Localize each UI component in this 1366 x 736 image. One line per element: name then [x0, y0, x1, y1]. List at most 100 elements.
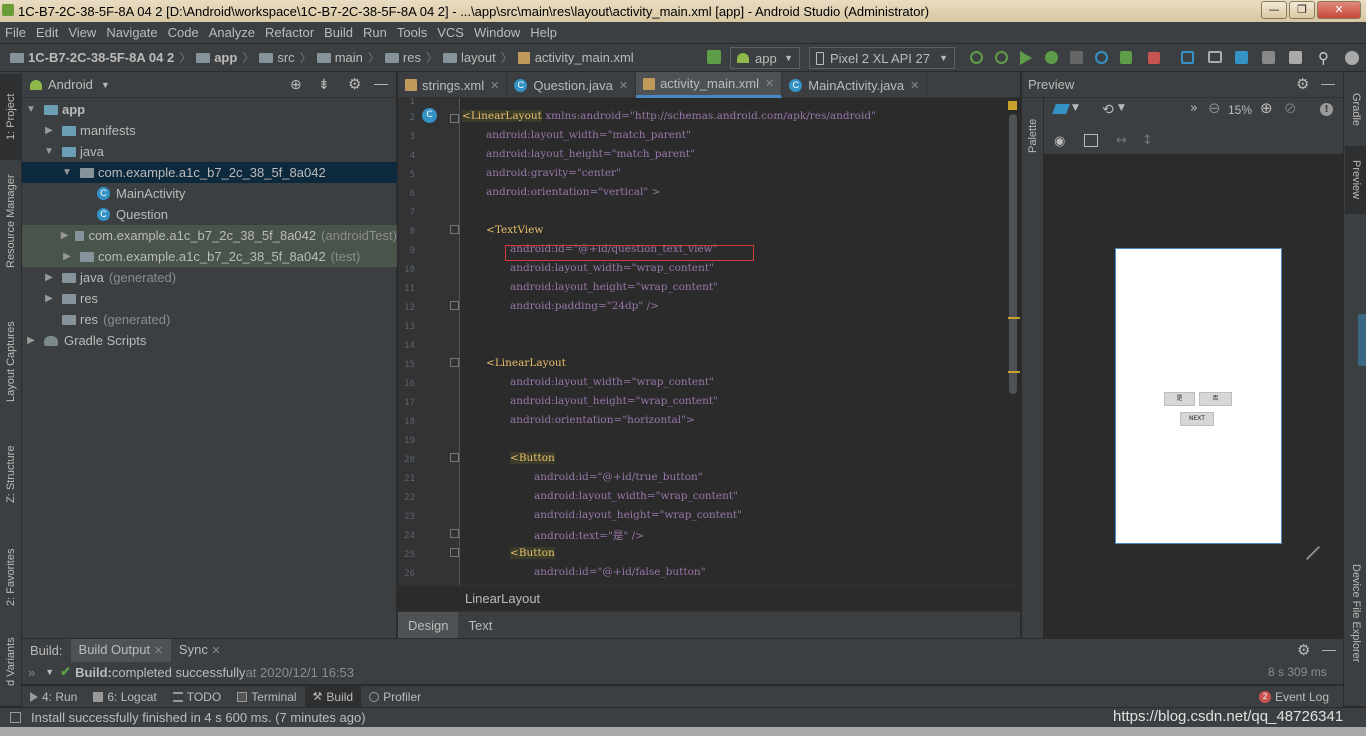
tab-run[interactable]: 4: Run	[22, 686, 85, 708]
tab-terminal[interactable]: Terminal	[229, 686, 304, 708]
close-icon[interactable]: ✕	[211, 645, 220, 657]
apply-code-changes-icon[interactable]	[995, 51, 1008, 64]
tab-layout-captures[interactable]: Layout Captures	[0, 308, 22, 416]
tree-item-java-generated[interactable]: ▶ java (generated)	[22, 267, 397, 288]
tab-activity-main-xml[interactable]: activity_main.xml ✕	[636, 72, 783, 98]
tab-design[interactable]: Design	[398, 612, 459, 638]
hide-icon[interactable]: —	[1322, 641, 1336, 657]
menu-edit[interactable]: Edit	[31, 22, 63, 44]
eye-icon[interactable]: ◉	[1054, 134, 1065, 149]
tab-sync[interactable]: Sync ✕	[171, 639, 229, 662]
resize-handle-icon[interactable]	[1305, 545, 1321, 561]
avd-manager-icon[interactable]	[1208, 51, 1222, 63]
search-icon[interactable]: ⚲	[1318, 49, 1329, 67]
crumb-app[interactable]: app	[214, 50, 237, 65]
preview-next-button[interactable]: NEXT	[1180, 412, 1214, 426]
tab-event-log[interactable]: 2 Event Log	[1251, 686, 1337, 708]
zoom-out-icon[interactable]: ⊖	[1208, 99, 1221, 117]
sdk-manager-icon[interactable]	[1235, 51, 1248, 64]
tab-strings-xml[interactable]: strings.xml ✕	[398, 72, 508, 98]
debug-icon[interactable]	[1045, 51, 1058, 64]
stop-icon[interactable]	[1148, 52, 1160, 64]
tree-item-gradle-scripts[interactable]: ▶ Gradle Scripts	[22, 330, 397, 351]
crumb-file[interactable]: activity_main.xml	[535, 50, 634, 65]
tab-build[interactable]: ⚒ Build	[304, 685, 362, 708]
editor-scrollbar[interactable]	[1006, 98, 1020, 585]
scroll-thumb[interactable]	[1009, 114, 1017, 394]
tree-item-java[interactable]: ▼ java	[22, 141, 397, 162]
warning-marker[interactable]	[1008, 317, 1020, 319]
collapse-all-icon[interactable]: ⇟	[318, 76, 330, 93]
tab-build-variants[interactable]: d Variants	[0, 632, 22, 692]
close-icon[interactable]: ✕	[154, 645, 163, 657]
zoom-fit-icon[interactable]: ⊘	[1284, 99, 1297, 117]
tree-item-mainactivity[interactable]: C MainActivity	[22, 183, 397, 204]
apply-changes-icon[interactable]	[970, 51, 983, 64]
hammer-icon[interactable]	[707, 50, 721, 64]
layout-inspector-icon[interactable]	[1289, 51, 1302, 64]
tab-build-output[interactable]: Build Output ✕	[70, 638, 171, 662]
device-dropdown[interactable]: Pixel 2 XL API 27 ▼	[809, 47, 955, 69]
device-preview[interactable]: 是 否 NEXT	[1115, 248, 1282, 544]
coverage-icon[interactable]	[1070, 51, 1083, 64]
menu-run[interactable]: Run	[358, 22, 392, 44]
chevron-down-icon[interactable]: ▼	[45, 667, 54, 677]
chevron-down-icon[interactable]: ▼	[1118, 103, 1125, 113]
tab-question-java[interactable]: C Question.java ✕	[507, 72, 637, 98]
project-view-dropdown[interactable]: Android	[48, 77, 93, 92]
menu-tools[interactable]: Tools	[392, 22, 432, 44]
vertical-resize-icon[interactable]: ↕	[1142, 133, 1153, 148]
build-status-row[interactable]: » ▼ ✔ Build: completed successfully at 2…	[22, 663, 354, 681]
tab-palette[interactable]: Palette	[1022, 104, 1044, 168]
crumb-layout[interactable]: layout	[461, 50, 496, 65]
zoom-in-icon[interactable]: ⊕	[1260, 99, 1273, 117]
chevron-down-icon[interactable]: ▼	[24, 104, 38, 115]
tree-item-res[interactable]: ▶ res	[22, 288, 397, 309]
editor-breadcrumb[interactable]: LinearLayout	[398, 585, 1020, 611]
maximize-button[interactable]: ❐	[1289, 1, 1315, 19]
fold-marker-icon[interactable]	[450, 225, 459, 234]
profile-icon[interactable]	[1095, 51, 1108, 64]
tab-project[interactable]: 1: Project	[0, 74, 22, 160]
minimap-handle[interactable]	[1358, 314, 1366, 366]
run-icon[interactable]	[1020, 51, 1032, 65]
tab-todo[interactable]: TODO	[165, 686, 229, 708]
tree-item-res-generated[interactable]: res (generated)	[22, 309, 397, 330]
class-gutter-icon[interactable]: C	[422, 108, 437, 123]
menu-help[interactable]: Help	[525, 22, 562, 44]
orientation-icon[interactable]: ⟲	[1102, 102, 1114, 118]
close-button[interactable]: ✕	[1317, 1, 1361, 19]
horizontal-resize-icon[interactable]: ↔	[1116, 133, 1127, 148]
close-icon[interactable]: ✕	[910, 79, 919, 92]
tab-structure[interactable]: Z: Structure	[0, 434, 22, 514]
tab-profiler[interactable]: Profiler	[361, 686, 429, 708]
chevron-right-icon[interactable]: ▶	[60, 230, 69, 241]
tree-item-package-androidtest[interactable]: ▶ com.example.a1c_b7_2c_38_5f_8a042 (and…	[22, 225, 397, 246]
preview-yes-button[interactable]: 是	[1164, 392, 1195, 406]
design-canvas[interactable]: 是 否 NEXT	[1044, 154, 1344, 638]
crumb-res[interactable]: res	[403, 50, 421, 65]
chevron-right-icon[interactable]: ▶	[24, 335, 38, 346]
attach-debugger-icon[interactable]	[1120, 51, 1132, 64]
status-panel-icon[interactable]	[10, 712, 21, 723]
blueprint-icon[interactable]	[1084, 134, 1098, 147]
tab-preview[interactable]: Preview	[1345, 146, 1366, 214]
menu-build[interactable]: Build	[319, 22, 358, 44]
chevron-right-icon[interactable]: ▶	[42, 125, 56, 136]
tree-item-package-test[interactable]: ▶ com.example.a1c_b7_2c_38_5f_8a042 (tes…	[22, 246, 397, 267]
menu-window[interactable]: Window	[469, 22, 525, 44]
fold-marker-icon[interactable]	[450, 358, 459, 367]
menu-vcs[interactable]: VCS	[432, 22, 469, 44]
tab-resource-manager[interactable]: Resource Manager	[0, 166, 22, 276]
menu-analyze[interactable]: Analyze	[204, 22, 260, 44]
gear-icon[interactable]: ⚙	[1297, 641, 1310, 659]
menu-refactor[interactable]: Refactor	[260, 22, 319, 44]
sync-gradle-icon[interactable]	[1181, 51, 1194, 64]
code-editor[interactable]: 1 2 3 4 5 6 7 8 9 10 11 12 13 14 15 16 1…	[398, 98, 1020, 585]
chevron-right-icon[interactable]: ▶	[60, 251, 74, 262]
tab-logcat[interactable]: 6: Logcat	[85, 686, 164, 708]
menu-view[interactable]: View	[63, 22, 101, 44]
tree-item-manifests[interactable]: ▶ manifests	[22, 120, 397, 141]
expand-icon[interactable]: »	[28, 665, 35, 680]
crumb-project[interactable]: 1C-B7-2C-38-5F-8A 04 2	[28, 50, 174, 65]
